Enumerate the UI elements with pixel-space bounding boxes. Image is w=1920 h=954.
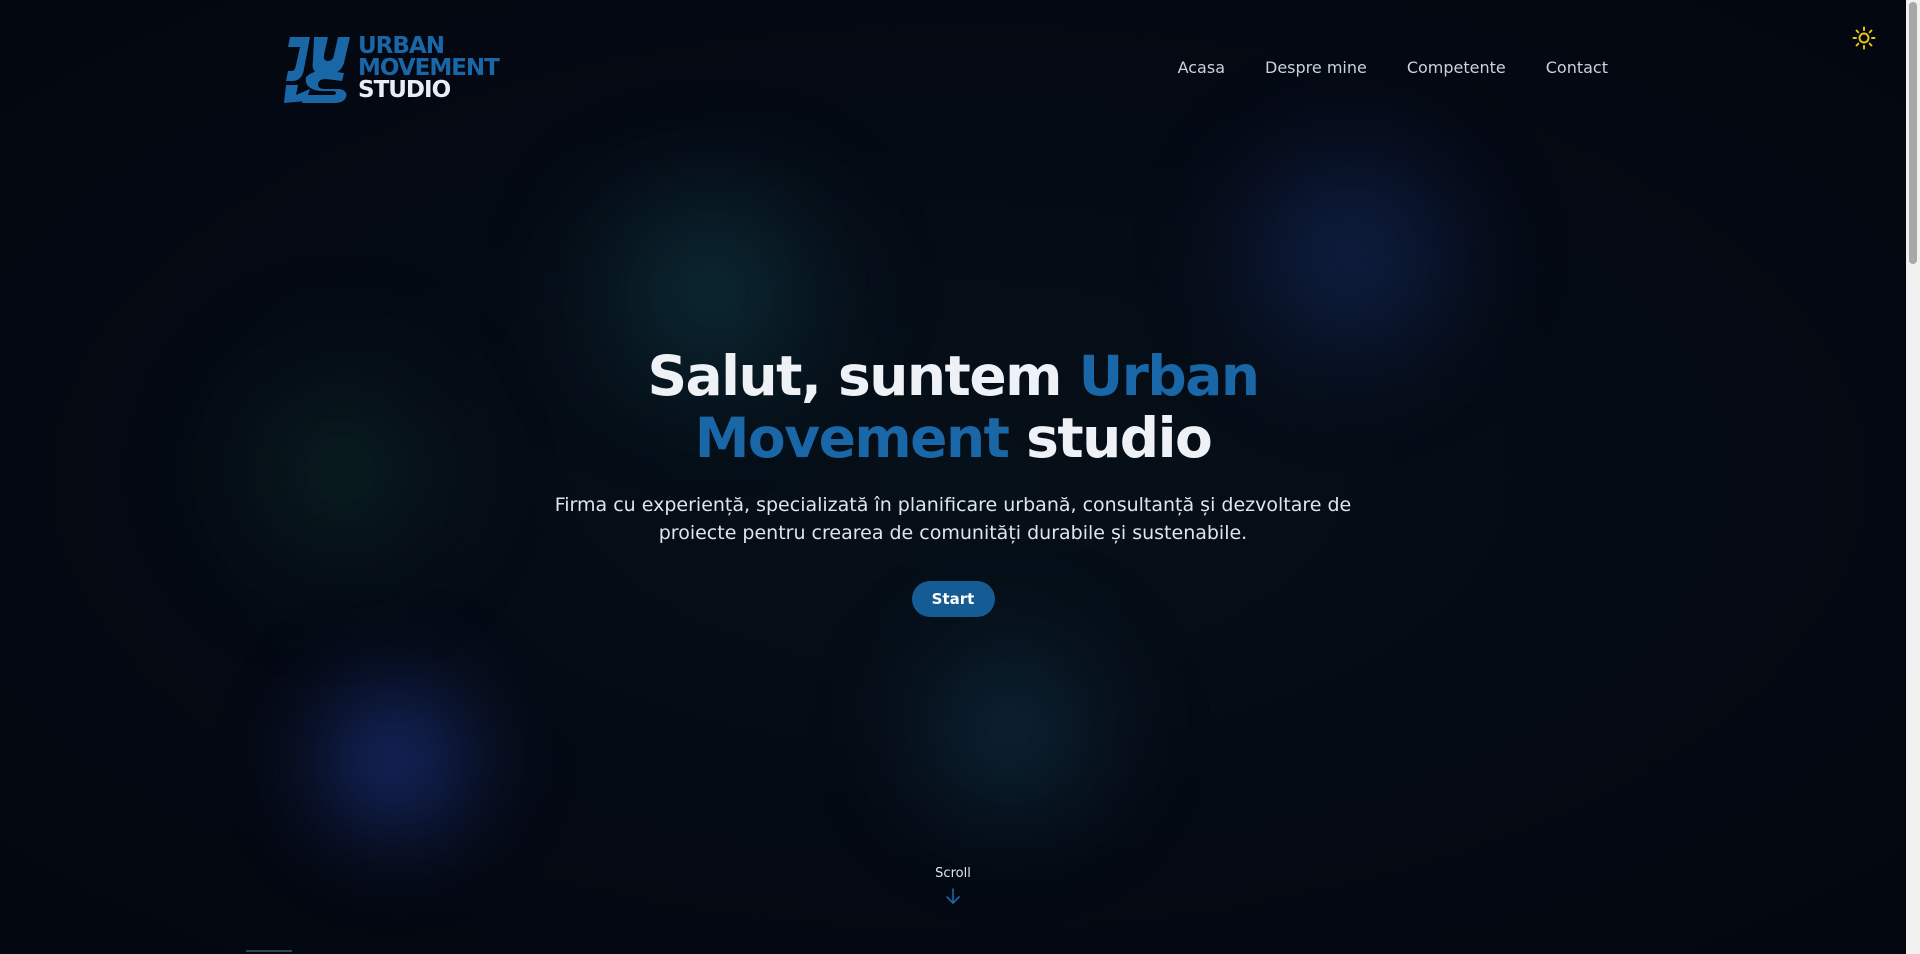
site-logo[interactable]: URBAN MOVEMENT STUDIO xyxy=(284,33,500,103)
scrollbar-thumb[interactable] xyxy=(1909,2,1917,264)
hero-title-accent: Movement xyxy=(694,406,1010,470)
site-header: URBAN MOVEMENT STUDIO Acasa Despre mine … xyxy=(0,0,1906,120)
hero-title-text: studio xyxy=(1008,406,1213,470)
hero-subtitle: Firma cu experiență, specializată în pla… xyxy=(554,494,1352,544)
nav-link-despre-mine[interactable]: Despre mine xyxy=(1265,58,1367,77)
logo-line: URBAN xyxy=(358,33,445,59)
logo-line: STUDIO xyxy=(358,77,451,103)
arrow-down-icon xyxy=(946,888,960,904)
nav-link-competente[interactable]: Competente xyxy=(1407,58,1506,77)
nav-link-acasa[interactable]: Acasa xyxy=(1178,58,1225,77)
scroll-label: Scroll xyxy=(935,866,971,881)
page: URBAN MOVEMENT STUDIO Acasa Despre mine … xyxy=(0,0,1920,954)
nav-link-contact[interactable]: Contact xyxy=(1546,58,1608,77)
logo-line: MOVEMENT xyxy=(358,55,500,81)
main-nav: Acasa Despre mine Competente Contact xyxy=(1178,58,1608,77)
scroll-indicator[interactable]: Scroll xyxy=(0,866,1906,905)
background-glow xyxy=(850,590,1170,870)
sun-icon[interactable] xyxy=(1852,26,1876,50)
hero-section: Salut, suntem Urban Movement studio Firma… xyxy=(0,345,1906,617)
hero-title-text: Salut, suntem xyxy=(647,344,1079,408)
scrollbar[interactable] xyxy=(1906,0,1920,954)
start-button[interactable]: Start xyxy=(911,581,995,617)
hero-title: Salut, suntem Urban Movement studio xyxy=(0,345,1906,469)
background-glow xyxy=(260,640,530,880)
divider xyxy=(246,950,292,952)
hero-title-accent: Urban xyxy=(1078,344,1260,408)
logo-mark-icon xyxy=(284,37,350,103)
logo-wordmark: URBAN MOVEMENT STUDIO xyxy=(358,33,500,103)
